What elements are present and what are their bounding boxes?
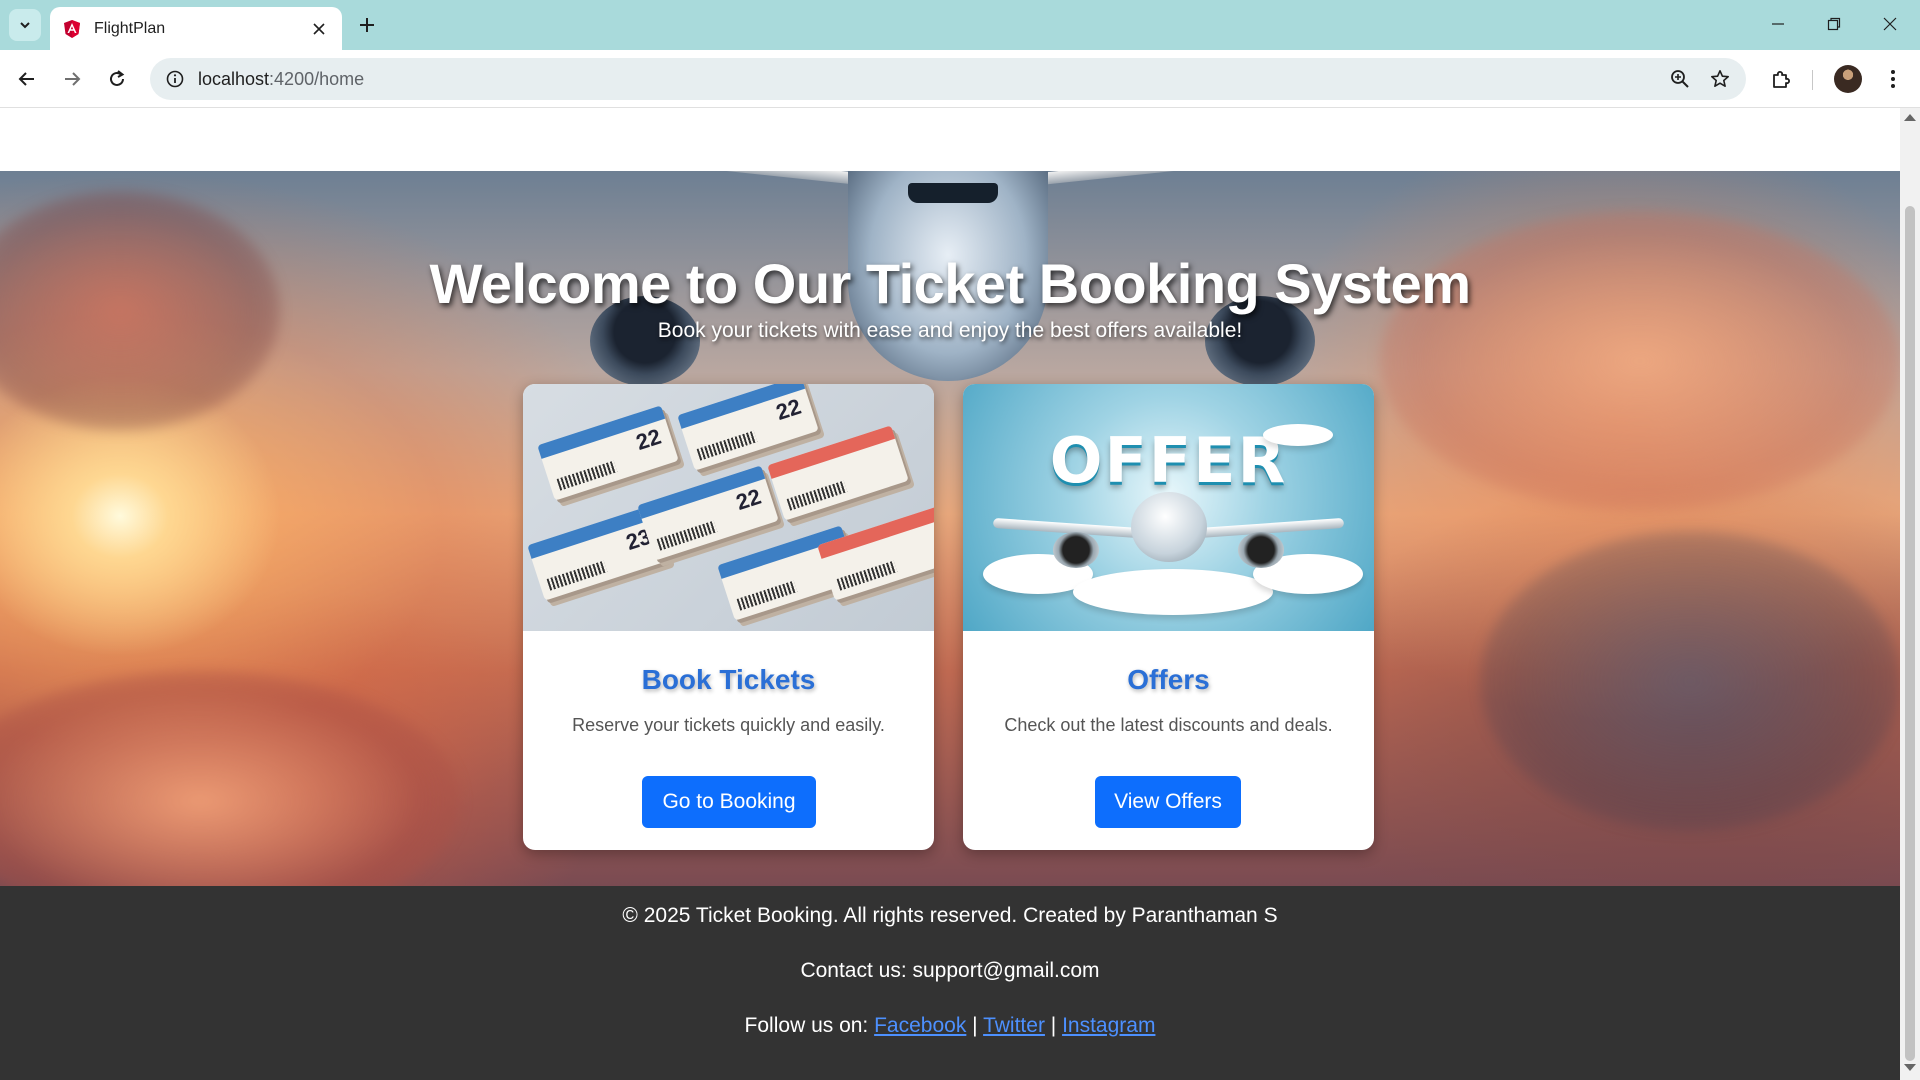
bookmark-button[interactable] [1700, 59, 1740, 99]
offer-plane-engine-right [1238, 532, 1284, 568]
link-separator: | [1044, 1014, 1063, 1037]
reload-button[interactable] [100, 62, 134, 96]
minimize-button[interactable] [1756, 8, 1800, 40]
arrow-right-icon [65, 72, 81, 86]
close-window-button[interactable] [1868, 8, 1912, 40]
twitter-link[interactable]: Twitter [983, 1014, 1045, 1037]
minimize-icon [1772, 23, 1784, 25]
offer-cloud [1263, 424, 1333, 446]
page-viewport: Welcome to Our Ticket Booking System Boo… [0, 108, 1900, 1080]
ticket-number: 22 [773, 393, 805, 425]
new-tab-button[interactable] [353, 11, 381, 39]
angular-icon [64, 19, 80, 38]
tab-strip: FlightPlan [0, 0, 1920, 50]
url-text: localhost:4200/home [198, 69, 1660, 90]
page-top-strip [0, 108, 1900, 171]
tab-title: FlightPlan [94, 19, 166, 37]
browser-tab[interactable]: FlightPlan [50, 7, 342, 50]
zoom-icon [1671, 70, 1689, 88]
more-vertical-icon [1891, 70, 1895, 88]
ticket-number: 22 [633, 423, 665, 455]
browser-toolbar: localhost:4200/home [0, 50, 1920, 108]
zoom-button[interactable] [1660, 59, 1700, 99]
tab-close-button[interactable] [308, 18, 330, 40]
tab-search-button[interactable] [9, 9, 41, 41]
offer-image: OFFER [963, 384, 1374, 631]
info-icon [166, 70, 184, 88]
view-offers-button[interactable]: View Offers [1095, 776, 1241, 828]
forward-button[interactable] [55, 62, 89, 96]
card-description: Check out the latest discounts and deals… [1004, 715, 1333, 735]
facebook-link[interactable]: Facebook [874, 1014, 966, 1037]
back-button[interactable] [10, 62, 44, 96]
extensions-button[interactable] [1764, 62, 1798, 96]
instagram-link[interactable]: Instagram [1062, 1014, 1155, 1037]
footer-contact: Contact us: support@gmail.com [800, 959, 1100, 982]
hero-section: Welcome to Our Ticket Booking System Boo… [0, 171, 1900, 886]
card-title: Offers [1127, 664, 1210, 695]
hero-cloud [1480, 531, 1900, 831]
scrollbar-thumb[interactable] [1905, 206, 1915, 1061]
page-footer: © 2025 Ticket Booking. All rights reserv… [0, 886, 1900, 1080]
chevron-down-icon [20, 22, 30, 29]
site-info-button[interactable] [154, 58, 196, 100]
offer-plane-fuselage [1131, 492, 1207, 562]
book-tickets-card: 22 22 23 22 Book Tickets Reserve your ti… [523, 384, 934, 850]
go-to-booking-button[interactable]: Go to Booking [642, 776, 816, 828]
reload-icon [110, 70, 125, 86]
scroll-up-arrow[interactable] [1904, 114, 1916, 121]
offer-cloud [1073, 569, 1273, 615]
plane-wing-left [63, 171, 861, 185]
hero-subtitle: Book your tickets with ease and enjoy th… [657, 319, 1243, 342]
puzzle-icon [1773, 71, 1790, 88]
offers-card: OFFER Offers Check out the latest discou… [963, 384, 1374, 850]
footer-follow-label: Follow us on: [744, 1014, 875, 1037]
footer-social: Follow us on: Facebook | Twitter | Insta… [0, 1014, 1900, 1038]
card-description: Reserve your tickets quickly and easily. [572, 715, 885, 735]
plane-wing-right [1039, 171, 1837, 185]
hero-cloud [0, 671, 460, 886]
card-title: Book Tickets [641, 664, 816, 695]
toolbar-divider [1812, 70, 1813, 90]
close-icon [313, 22, 325, 35]
ticket-number: 22 [733, 483, 765, 515]
browser-menu-button[interactable] [1876, 62, 1910, 96]
close-icon [1883, 17, 1897, 31]
star-icon [1711, 70, 1729, 87]
link-separator: | [966, 1014, 984, 1037]
profile-avatar[interactable] [1834, 65, 1862, 93]
plane-cockpit [908, 183, 998, 203]
offer-plane-engine-left [1053, 532, 1099, 568]
address-bar[interactable]: localhost:4200/home [150, 58, 1746, 100]
arrow-left-icon [18, 72, 34, 86]
url-host: localhost [198, 68, 270, 89]
url-path: :4200/home [269, 68, 365, 89]
page-scrollbar[interactable] [1900, 108, 1920, 1080]
hero-title: Welcome to Our Ticket Booking System [429, 252, 1471, 315]
restore-icon [1827, 17, 1841, 31]
plus-icon [360, 18, 374, 32]
restore-button[interactable] [1812, 8, 1856, 40]
scroll-down-arrow[interactable] [1904, 1064, 1916, 1071]
tickets-image: 22 22 23 22 [523, 384, 934, 631]
footer-copyright: © 2025 Ticket Booking. All rights reserv… [622, 904, 1278, 927]
